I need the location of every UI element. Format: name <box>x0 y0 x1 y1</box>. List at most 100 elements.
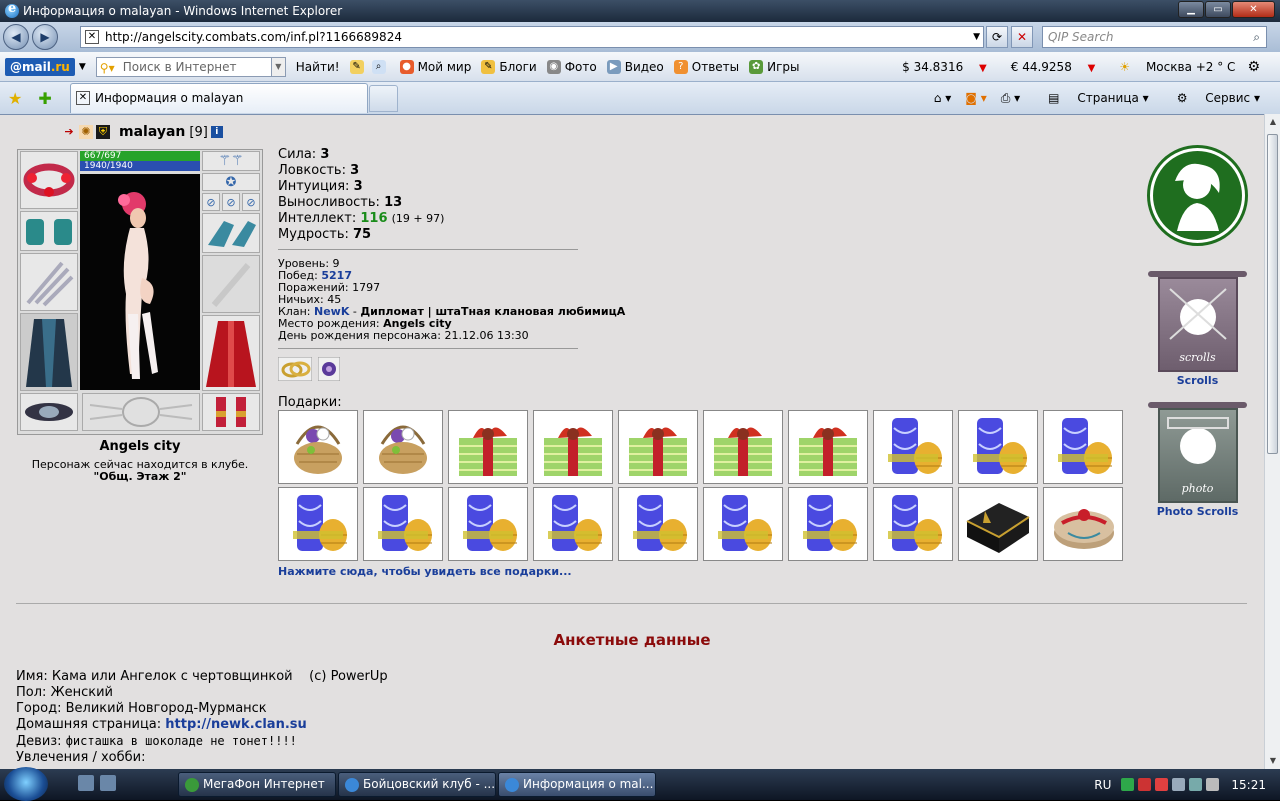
back-button[interactable]: ◀ <box>3 24 29 50</box>
favorites-star-icon[interactable]: ★ <box>8 89 22 108</box>
eur-rate[interactable]: € 44.9258 ▼ <box>999 60 1096 74</box>
show-desktop-icon[interactable] <box>100 775 116 791</box>
clan-icon[interactable]: ⛨ <box>96 125 110 139</box>
volume-icon[interactable] <box>1206 778 1220 791</box>
boots-slot[interactable] <box>202 393 260 431</box>
close-button[interactable]: ✕ <box>1232 1 1275 18</box>
bracers-slot[interactable] <box>20 211 78 251</box>
shield-slot[interactable] <box>202 255 260 313</box>
gloves-slot[interactable] <box>202 213 260 253</box>
usd-rate[interactable]: $ 34.8316 ▼ <box>890 60 987 74</box>
star-effect[interactable] <box>317 356 341 384</box>
gift-item[interactable] <box>788 410 868 484</box>
gift-item[interactable] <box>363 487 443 561</box>
toolbar-item-photo[interactable]: ◉ Фото <box>546 59 597 74</box>
page-menu[interactable]: ▤ Страница ▾ <box>1034 91 1149 105</box>
toolbar-item-myworld[interactable]: ● Мой мир <box>399 59 471 74</box>
helmet-slot[interactable] <box>20 151 78 209</box>
start-button[interactable] <box>4 767 48 801</box>
toolbar-search-button[interactable]: Найти! <box>296 60 340 74</box>
gift-item[interactable] <box>533 487 613 561</box>
belt-slot[interactable] <box>20 393 78 431</box>
new-tab-button[interactable] <box>369 85 398 112</box>
minimize-button[interactable]: ▁ <box>1178 1 1204 18</box>
gift-item[interactable] <box>618 487 698 561</box>
icq-icon[interactable] <box>1121 778 1135 791</box>
url-input[interactable]: ✕ http://angelscity.combats.com/inf.pl?1… <box>80 26 984 48</box>
taskbar-button-combats[interactable]: Бойцовский клуб - ... <box>338 772 496 797</box>
rss-icon[interactable]: ◙ ▾ <box>965 91 986 105</box>
gift-item[interactable] <box>278 410 358 484</box>
scrollbar-thumb[interactable] <box>1267 134 1278 454</box>
align-icon[interactable]: ✺ <box>79 125 93 139</box>
emblem-slot[interactable] <box>82 393 200 431</box>
stop-button[interactable]: ✕ <box>1011 26 1033 48</box>
home-icon[interactable]: ⌂ ▾ <box>934 91 951 105</box>
tools-menu[interactable]: ⚙ Сервис ▾ <box>1163 91 1260 105</box>
gift-item[interactable] <box>533 410 613 484</box>
photo-scrolls-banner[interactable]: photo Photo Scrolls <box>1148 402 1247 518</box>
gift-item[interactable] <box>1043 487 1123 561</box>
legs-slot[interactable] <box>202 315 260 391</box>
toolbar-item-games[interactable]: ✿ Игры <box>749 59 800 74</box>
gift-item[interactable] <box>958 487 1038 561</box>
gift-item[interactable] <box>448 410 528 484</box>
search-icon[interactable]: ⌕ <box>1253 27 1260 47</box>
weather[interactable]: ☀ Москва +2 ° C <box>1107 60 1235 74</box>
ring-effect[interactable] <box>277 356 313 384</box>
taskbar-button-megafon[interactable]: МегаФон Интернет <box>178 772 336 797</box>
gift-item[interactable] <box>1043 410 1123 484</box>
gift-item[interactable] <box>703 410 783 484</box>
vertical-scrollbar[interactable]: ▲ ▼ <box>1264 114 1280 769</box>
toolbar-search-input[interactable]: ⚲▾ Поиск в Интернет ▼ <box>95 56 286 77</box>
qip-search-input[interactable]: QIP Search ⌕ <box>1042 26 1267 48</box>
safely-remove-icon[interactable] <box>1172 778 1186 791</box>
toolbar-item-blogs[interactable]: ✎ Блоги <box>481 59 537 74</box>
ring-slot-2[interactable]: ⊘ <box>222 193 240 211</box>
mailru-logo[interactable]: @mail.ru <box>5 57 75 76</box>
gift-item[interactable] <box>618 410 698 484</box>
photo-scrolls-link[interactable]: Photo Scrolls <box>1157 505 1239 518</box>
add-favorite-icon[interactable]: ✚ <box>38 89 51 108</box>
logo-menu-chevron-icon[interactable]: ▼ <box>79 62 86 72</box>
scroll-up-icon[interactable]: ▲ <box>1266 114 1280 130</box>
opera-icon[interactable] <box>1155 778 1169 791</box>
maximize-button[interactable]: ▭ <box>1205 1 1231 18</box>
print-icon[interactable]: ⎙ ▾ <box>1001 91 1020 106</box>
alignment-badge[interactable] <box>1147 145 1248 246</box>
gift-item[interactable] <box>278 487 358 561</box>
homepage-link[interactable]: http://newk.clan.su <box>165 717 306 732</box>
gift-item[interactable] <box>363 410 443 484</box>
tab-active[interactable]: ✕ Информация о malayan <box>70 83 368 113</box>
gift-item[interactable] <box>958 410 1038 484</box>
toolbar-item-video[interactable]: ▶ Видео <box>606 59 664 74</box>
toolbar-settings-icon[interactable]: ⚙ <box>1247 59 1260 75</box>
ring-slot-3[interactable]: ⊘ <box>242 193 260 211</box>
gift-item[interactable] <box>788 487 868 561</box>
gift-item[interactable] <box>873 410 953 484</box>
find-button[interactable]: ⌕ <box>371 59 390 74</box>
media-player-icon[interactable] <box>78 775 94 791</box>
scroll-down-icon[interactable]: ▼ <box>1266 753 1280 769</box>
amulet-slot[interactable]: ✪ <box>202 173 260 191</box>
chevron-down-icon[interactable]: ▼ <box>973 27 980 47</box>
gift-item[interactable] <box>448 487 528 561</box>
antivirus-icon[interactable] <box>1138 778 1152 791</box>
toolbar-item-answers[interactable]: ? Ответы <box>673 59 739 74</box>
more-gifts-link[interactable]: Нажмите сюда, чтобы увидеть все подарки.… <box>278 565 572 578</box>
refresh-button[interactable]: ⟳ <box>986 26 1008 48</box>
gift-item[interactable] <box>873 487 953 561</box>
taskbar-button-info[interactable]: Информация о mal... <box>498 772 656 797</box>
earrings-slot[interactable]: ⚚⚚ <box>202 151 260 171</box>
ring-slot-1[interactable]: ⊘ <box>202 193 220 211</box>
highlight-button[interactable]: ✎ <box>349 59 368 74</box>
gift-item[interactable] <box>703 487 783 561</box>
clock[interactable]: 15:21 <box>1231 778 1266 792</box>
forward-button[interactable]: ▶ <box>32 24 58 50</box>
network-icon[interactable] <box>1189 778 1203 791</box>
chevron-down-icon[interactable]: ▼ <box>270 57 285 76</box>
weapon-left-slot[interactable] <box>20 253 78 311</box>
armor-slot[interactable] <box>20 313 78 391</box>
arrow-right-icon[interactable]: ➔ <box>62 125 76 139</box>
info-icon[interactable]: i <box>210 126 223 138</box>
